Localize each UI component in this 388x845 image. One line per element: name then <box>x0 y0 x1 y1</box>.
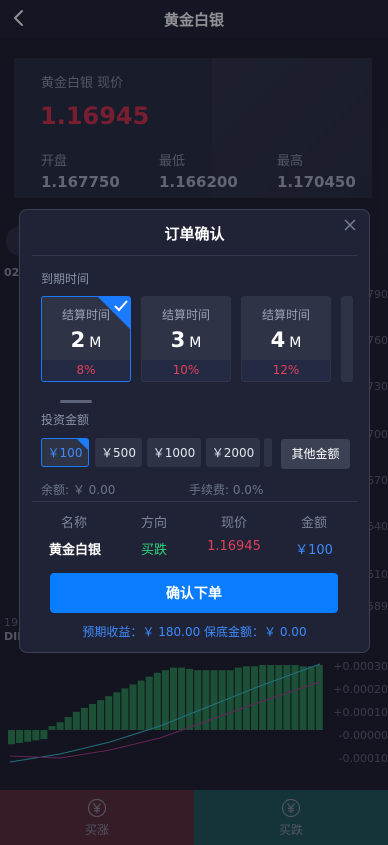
expiry-return-pct: 8% <box>42 360 130 381</box>
summary-header-direction: 方向 <box>140 516 167 531</box>
order-confirm-dialog: 订单确认 到期时间 结算时间 2M 8% 结算时间 3M 10% 结算时间 4M… <box>19 209 370 653</box>
summary-amount-value: ￥100 <box>295 543 333 558</box>
balance-text: 余额: ￥ 0.00 <box>41 483 116 497</box>
expiry-minutes: 2 <box>70 328 86 352</box>
expiry-option-partial[interactable] <box>341 296 353 382</box>
expiry-unit: M <box>189 335 202 351</box>
close-icon[interactable] <box>343 218 357 232</box>
dialog-title: 订单确认 <box>164 225 225 243</box>
amount-chip-partial[interactable] <box>264 438 272 467</box>
expiry-option-label: 结算时间 <box>61 308 110 322</box>
expiry-unit: M <box>89 335 102 351</box>
expiry-option-4m[interactable]: 结算时间 4M 12% <box>241 296 331 382</box>
expiry-option-value: 2M <box>42 328 130 352</box>
expiry-return-pct: 10% <box>142 360 230 381</box>
summary-header-amount: 金额 <box>300 516 327 531</box>
expiry-return-pct: 12% <box>242 360 330 381</box>
amount-chip-2000[interactable]: ￥2000 <box>206 438 260 467</box>
expiry-option-label: 结算时间 <box>261 308 310 322</box>
amount-chip-100[interactable]: ￥100 <box>41 438 89 467</box>
expiry-option-3m[interactable]: 结算时间 3M 10% <box>141 296 231 382</box>
other-amount-button[interactable]: 其他金额 <box>281 439 350 469</box>
amount-label: 投资金额 <box>41 413 90 427</box>
amount-chip-label: ￥500 <box>101 446 136 460</box>
amount-chip-label: ￥1000 <box>152 446 196 460</box>
confirm-order-button[interactable]: 确认下单 <box>50 573 338 613</box>
expiry-minutes: 4 <box>270 328 286 352</box>
expiry-minutes: 3 <box>170 328 186 352</box>
expiry-option-value: 3M <box>142 328 230 352</box>
scroll-indicator <box>60 400 92 403</box>
expiry-unit: M <box>289 335 302 351</box>
summary-price-value: 1.16945 <box>207 539 261 554</box>
title-divider <box>32 255 357 256</box>
summary-divider <box>32 501 357 502</box>
expiry-option-label: 结算时间 <box>161 308 210 322</box>
expected-profit-text: 预期收益：￥ 180.00 保底金额：￥ 0.00 <box>82 625 307 639</box>
summary-header-price: 现价 <box>220 516 247 531</box>
summary-name-value: 黄金白银 <box>48 543 101 558</box>
expiry-option-value: 4M <box>242 328 330 352</box>
amount-chip-1000[interactable]: ￥1000 <box>147 438 201 467</box>
selected-corner <box>77 439 88 450</box>
amount-chip-500[interactable]: ￥500 <box>95 438 142 467</box>
summary-header-name: 名称 <box>60 516 87 531</box>
expiry-option-2m[interactable]: 结算时间 2M 8% <box>41 296 131 382</box>
amount-chip-label: ￥2000 <box>211 446 255 460</box>
summary-direction-value: 买跌 <box>140 543 167 558</box>
fee-text: 手续费: 0.0% <box>189 483 264 497</box>
expiry-label: 到期时间 <box>41 272 90 286</box>
